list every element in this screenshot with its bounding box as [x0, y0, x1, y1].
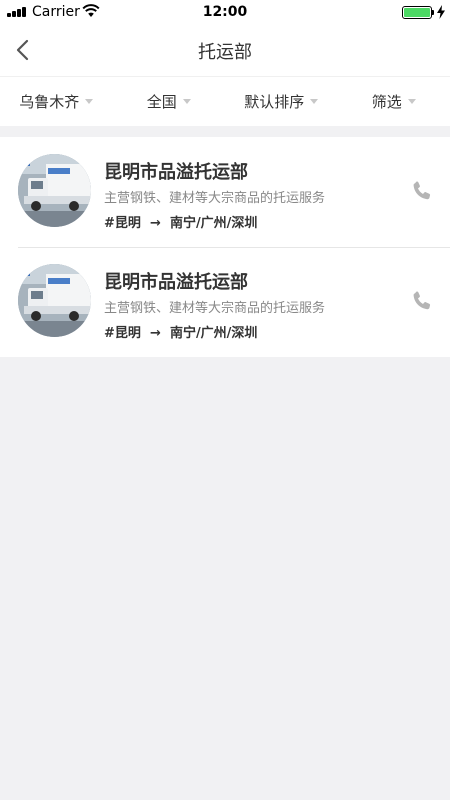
- nav-bar: 托运部: [0, 24, 450, 76]
- truck-photo: [18, 154, 91, 227]
- caret-down-icon: [182, 99, 191, 104]
- company-name: 昆明市品溢托运部: [104, 272, 248, 293]
- phone-icon[interactable]: [410, 179, 434, 203]
- page-title: 托运部: [198, 42, 252, 63]
- filter-city[interactable]: 乌鲁木齐: [0, 77, 113, 126]
- route-origin: #昆明: [104, 326, 141, 341]
- route-origin: #昆明: [104, 216, 141, 231]
- caret-down-icon: [407, 99, 416, 104]
- status-bar: Carrier 12:00: [0, 0, 450, 24]
- battery-tip: [432, 10, 434, 15]
- company-list: 昆明市品溢托运部 主营钢铁、建材等大宗商品的托运服务 #昆明 → 南宁/广州/深…: [0, 137, 450, 357]
- caret-down-icon: [310, 99, 319, 104]
- company-description: 主营钢铁、建材等大宗商品的托运服务: [104, 301, 326, 316]
- company-route: #昆明 → 南宁/广州/深圳: [104, 212, 257, 231]
- filter-region-label: 全国: [146, 93, 177, 111]
- filter-screen-label: 筛选: [371, 93, 402, 111]
- route-destinations: 南宁/广州/深圳: [169, 216, 258, 231]
- route-destinations: 南宁/广州/深圳: [169, 326, 258, 341]
- avatar: [18, 264, 91, 337]
- company-name: 昆明市品溢托运部: [104, 162, 248, 183]
- company-route: #昆明 → 南宁/广州/深圳: [104, 322, 257, 341]
- clock: 12:00: [202, 4, 248, 20]
- charging-icon: [437, 5, 445, 19]
- truck-photo: [18, 264, 91, 337]
- filter-sort[interactable]: 默认排序: [225, 77, 338, 126]
- filter-region[interactable]: 全国: [113, 77, 226, 126]
- filter-screen[interactable]: 筛选: [338, 77, 450, 126]
- list-item[interactable]: 昆明市品溢托运部 主营钢铁、建材等大宗商品的托运服务 #昆明 → 南宁/广州/深…: [0, 247, 450, 357]
- avatar: [18, 154, 91, 227]
- filter-sort-label: 默认排序: [244, 93, 305, 111]
- route-arrow: →: [149, 216, 161, 231]
- route-arrow: →: [149, 326, 161, 341]
- filter-bar: 乌鲁木齐 全国 默认排序 筛选: [0, 76, 450, 126]
- caret-down-icon: [85, 99, 94, 104]
- company-description: 主营钢铁、建材等大宗商品的托运服务: [104, 191, 326, 206]
- filter-city-label: 乌鲁木齐: [19, 93, 80, 111]
- list-item[interactable]: 昆明市品溢托运部 主营钢铁、建材等大宗商品的托运服务 #昆明 → 南宁/广州/深…: [0, 137, 450, 247]
- phone-icon[interactable]: [410, 289, 434, 313]
- battery-icon: [402, 6, 432, 19]
